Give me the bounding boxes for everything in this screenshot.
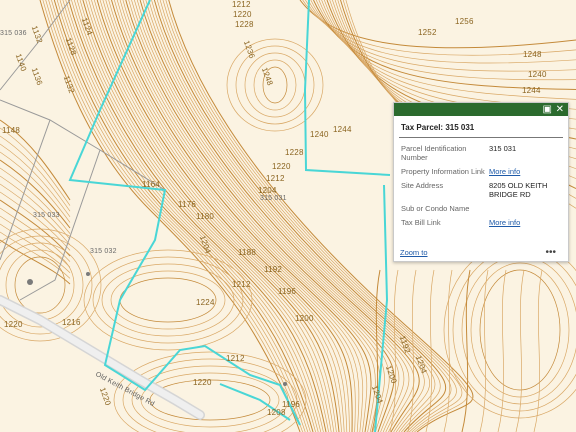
- parcel-label: 315 032: [90, 248, 117, 255]
- contour-label: 1248: [523, 50, 542, 59]
- contour-label: 1228: [235, 20, 254, 29]
- contour-label: 1212: [266, 174, 285, 183]
- contour-label: 1220: [272, 162, 291, 171]
- row-value: 8205 OLD KEITH BRIDGE RD: [489, 181, 548, 199]
- contour-label: 1244: [333, 125, 352, 134]
- contour-line: [128, 0, 400, 432]
- row-key: Property Information Link: [401, 167, 485, 176]
- row-key: Sub or Condo Name: [401, 204, 470, 213]
- more-options-icon[interactable]: •••: [545, 247, 556, 258]
- row-key: Site Address: [401, 181, 444, 190]
- row-key: Tax Bill Link: [401, 218, 441, 227]
- contour-line: [497, 269, 507, 432]
- contour-label: 1204: [258, 186, 277, 195]
- parcel-label: 315 031: [260, 195, 287, 202]
- contour-label: 1188: [238, 248, 257, 257]
- contour-line: [515, 269, 525, 432]
- popup-title: Tax Parcel: 315 031: [399, 116, 563, 138]
- table-row: Sub or Condo Name: [400, 202, 562, 216]
- contour-ring: [479, 269, 561, 391]
- contour-line: [307, 0, 576, 72]
- contour-line: [425, 269, 435, 432]
- row-value: 315 031: [489, 144, 517, 153]
- contour-ring: [443, 241, 576, 419]
- contour-line: [479, 269, 489, 432]
- contour-line: [533, 269, 543, 432]
- table-row: Site Address 8205 OLD KEITH BRIDGE RD: [400, 179, 562, 202]
- row-value: [488, 202, 562, 216]
- contour-label: 1216: [62, 318, 81, 327]
- contour-label: 1228: [285, 148, 304, 157]
- parcel-boundary: [19, 149, 101, 301]
- contour-label: 1196: [282, 400, 301, 409]
- contour-ring: [131, 365, 289, 432]
- contour-label: 1252: [418, 28, 437, 37]
- property-info-link[interactable]: More info: [489, 167, 520, 176]
- parcel-label: 315 033: [33, 212, 60, 219]
- contour-label: 1220: [193, 378, 212, 387]
- contour-label: 1212: [226, 354, 245, 363]
- parcel-popup: ▣ ✕ Tax Parcel: 315 031 Parcel Identific…: [393, 102, 569, 262]
- contour-line: [302, 0, 576, 56]
- contour-label: 1224: [196, 298, 215, 307]
- contour-line: [142, 0, 425, 432]
- contour-ring: [14, 256, 66, 314]
- attribute-table: Parcel Identification Number 315 031 Pro…: [400, 142, 562, 230]
- zoom-to-link[interactable]: Zoom to: [400, 248, 428, 257]
- row-key: Parcel Identification Number: [401, 144, 467, 162]
- contour-label: 1256: [455, 17, 474, 26]
- contour-label: 1220: [4, 320, 23, 329]
- close-icon[interactable]: ✕: [556, 104, 564, 115]
- contour-ring: [0, 242, 84, 328]
- maximize-icon[interactable]: ▣: [543, 104, 552, 115]
- contour-line: [131, 0, 405, 432]
- tax-bill-link[interactable]: More info: [489, 218, 520, 227]
- point-marker: [27, 279, 33, 285]
- contour-ring: [92, 256, 244, 344]
- contour-label: 1164: [142, 180, 161, 189]
- point-marker: [86, 272, 90, 276]
- contour-ring: [253, 59, 297, 111]
- contour-label: 1240: [528, 70, 547, 79]
- contour-label: 1240: [310, 130, 329, 139]
- contour-label: 1208: [267, 408, 286, 417]
- contour-line: [53, 0, 314, 432]
- parcel-label: 315 036: [0, 30, 27, 37]
- contour-line: [0, 167, 71, 234]
- table-row: Property Information Link More info: [400, 165, 562, 179]
- contour-line: [0, 215, 71, 268]
- contour-label: 1196: [278, 287, 297, 296]
- contour-line: [389, 269, 399, 432]
- point-marker: [283, 382, 287, 386]
- contour-label: 1192: [264, 265, 283, 274]
- contour-label: 1220: [233, 10, 252, 19]
- contour-label: 1212: [232, 280, 251, 289]
- table-row: Parcel Identification Number 315 031: [400, 142, 562, 165]
- contour-label: 1200: [295, 314, 314, 323]
- contour-label: 1244: [522, 86, 541, 95]
- table-row: Tax Bill Link More info: [400, 216, 562, 230]
- contour-line: [122, 0, 390, 432]
- contour-label: 1212: [232, 0, 251, 9]
- contour-label: 1148: [2, 126, 21, 135]
- contour-label: 1176: [178, 200, 197, 209]
- contour-ring: [461, 255, 576, 405]
- contour-label: 1180: [196, 212, 215, 221]
- popup-header: ▣ ✕: [394, 103, 568, 116]
